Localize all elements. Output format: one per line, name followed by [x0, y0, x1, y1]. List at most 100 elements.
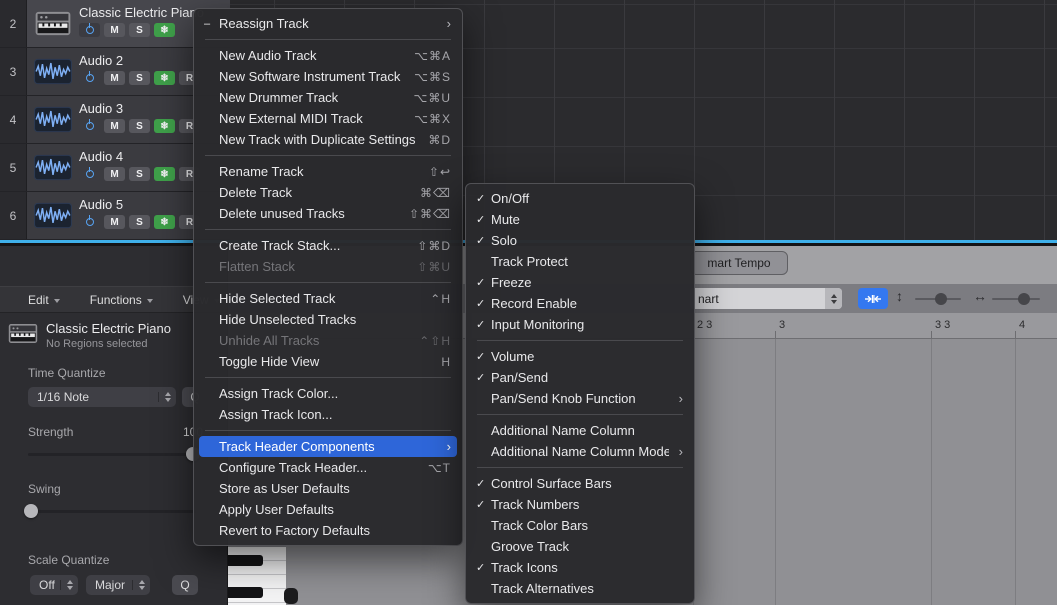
freeze-button[interactable]: ❄ [154, 167, 175, 181]
menu-item-solo[interactable]: ✓Solo [471, 230, 689, 251]
menu-item-toggle-hide-view[interactable]: Toggle Hide ViewH [199, 351, 457, 372]
power-icon [86, 74, 94, 82]
swing-slider[interactable] [28, 510, 196, 513]
menu-item-assign-track-color[interactable]: Assign Track Color... [199, 383, 457, 404]
power-button[interactable] [79, 215, 100, 229]
scale-quantize-q-button[interactable]: Q [172, 575, 198, 595]
menu-item-control-surface-bars[interactable]: ✓Control Surface Bars [471, 473, 689, 494]
menu-item-create-track-stack[interactable]: Create Track Stack...⇧⌘D [199, 235, 457, 256]
menu-item-track-alternatives[interactable]: Track Alternatives [471, 578, 689, 599]
menu-item-label: Flatten Stack [219, 259, 405, 274]
menu-shortcut: ⌥⌘X [414, 112, 451, 126]
menu-item-on-off[interactable]: ✓On/Off [471, 188, 689, 209]
tempo-mode-popup[interactable]: nart [690, 288, 842, 309]
power-icon [86, 122, 94, 130]
menu-item-pan-send[interactable]: ✓Pan/Send [471, 367, 689, 388]
track-number: 6 [0, 192, 27, 239]
menu-item-new-software-instrument-track[interactable]: New Software Instrument Track⌥⌘S [199, 66, 457, 87]
piano-keys[interactable] [228, 546, 286, 605]
mute-button[interactable]: M [104, 23, 125, 37]
menu-item-new-audio-track[interactable]: New Audio Track⌥⌘A [199, 45, 457, 66]
menu-item-unhide-all-tracks[interactable]: Unhide All Tracks⌃⇧H [199, 330, 457, 351]
menu-item-configure-track-header[interactable]: Configure Track Header...⌥T [199, 457, 457, 478]
menu-item-track-icons[interactable]: ✓Track Icons [471, 557, 689, 578]
menu-item-label: Additional Name Column [491, 423, 683, 438]
menu-item-reassign-track[interactable]: –Reassign Track› [199, 13, 457, 34]
menu-item-hide-unselected-tracks[interactable]: Hide Unselected Tracks [199, 309, 457, 330]
mute-button[interactable]: M [104, 119, 125, 133]
functions-menu[interactable]: Functions [90, 293, 153, 307]
menu-item-delete-unused-tracks[interactable]: Delete unused Tracks⇧⌘⌫ [199, 203, 457, 224]
solo-button[interactable]: S [129, 23, 150, 37]
power-button[interactable] [79, 23, 100, 37]
vertical-zoom-knob[interactable] [935, 293, 947, 305]
swing-slider-knob[interactable] [24, 504, 38, 518]
menu-item-delete-track[interactable]: Delete Track⌘⌫ [199, 182, 457, 203]
menu-shortcut: H [441, 355, 451, 369]
ruler-beat-label: 3 [779, 319, 785, 331]
menu-separator [205, 282, 451, 283]
checkmark-icon: ✓ [476, 350, 491, 363]
scale-root-dropdown[interactable]: Off [30, 575, 78, 595]
menu-item-apply-user-defaults[interactable]: Apply User Defaults [199, 499, 457, 520]
horizontal-zoom-slider[interactable] [992, 298, 1040, 300]
menu-item-label: Create Track Stack... [219, 238, 405, 253]
strength-slider[interactable] [28, 453, 196, 456]
freeze-button[interactable]: ❄ [154, 119, 175, 133]
menu-item-track-color-bars[interactable]: Track Color Bars [471, 515, 689, 536]
menu-item-label: Reassign Track [219, 16, 437, 31]
submenu-chevron-icon: › [447, 16, 451, 31]
power-button[interactable] [79, 119, 100, 133]
freeze-button[interactable]: ❄ [154, 215, 175, 229]
menu-item-flatten-stack[interactable]: Flatten Stack⇧⌘U [199, 256, 457, 277]
mute-button[interactable]: M [104, 71, 125, 85]
menu-item-record-enable[interactable]: ✓Record Enable [471, 293, 689, 314]
menu-item-revert-to-factory-defaults[interactable]: Revert to Factory Defaults [199, 520, 457, 541]
power-button[interactable] [79, 167, 100, 181]
time-quantize-value: 1/16 Note [37, 390, 89, 404]
menu-item-assign-track-icon[interactable]: Assign Track Icon... [199, 404, 457, 425]
black-key[interactable] [228, 555, 263, 566]
menu-item-hide-selected-track[interactable]: Hide Selected Track⌃H [199, 288, 457, 309]
time-quantize-dropdown[interactable]: 1/16 Note [28, 387, 176, 407]
scale-type-dropdown[interactable]: Major [86, 575, 150, 595]
menu-item-freeze[interactable]: ✓Freeze [471, 272, 689, 293]
power-button[interactable] [79, 71, 100, 85]
menu-item-pan-send-knob-function[interactable]: Pan/Send Knob Function› [471, 388, 689, 409]
menu-item-rename-track[interactable]: Rename Track⇧↩ [199, 161, 457, 182]
scale-type-value: Major [95, 578, 125, 592]
smart-tempo-button[interactable]: mart Tempo [690, 251, 788, 275]
menu-item-groove-track[interactable]: Groove Track [471, 536, 689, 557]
menu-item-input-monitoring[interactable]: ✓Input Monitoring [471, 314, 689, 335]
scrollbar-thumb[interactable] [284, 588, 298, 604]
edit-menu[interactable]: Edit [28, 293, 60, 307]
menu-item-track-protect[interactable]: Track Protect [471, 251, 689, 272]
menu-item-new-track-with-duplicate-settings[interactable]: New Track with Duplicate Settings⌘D [199, 129, 457, 150]
freeze-button[interactable]: ❄ [154, 23, 175, 37]
menu-item-new-external-midi-track[interactable]: New External MIDI Track⌥⌘X [199, 108, 457, 129]
menu-item-volume[interactable]: ✓Volume [471, 346, 689, 367]
menu-item-mute[interactable]: ✓Mute [471, 209, 689, 230]
freeze-button[interactable]: ❄ [154, 71, 175, 85]
menu-item-label: Track Header Components [219, 439, 437, 454]
mute-button[interactable]: M [104, 215, 125, 229]
menu-item-track-numbers[interactable]: ✓Track Numbers [471, 494, 689, 515]
menu-item-new-drummer-track[interactable]: New Drummer Track⌥⌘U [199, 87, 457, 108]
horizontal-zoom-knob[interactable] [1018, 293, 1030, 305]
solo-button[interactable]: S [129, 167, 150, 181]
solo-button[interactable]: S [129, 119, 150, 133]
solo-button[interactable]: S [129, 71, 150, 85]
ruler-tick [775, 331, 776, 338]
menu-item-store-as-user-defaults[interactable]: Store as User Defaults [199, 478, 457, 499]
menu-item-additional-name-column[interactable]: Additional Name Column [471, 420, 689, 441]
mute-button[interactable]: M [104, 167, 125, 181]
ruler-tick [1015, 331, 1016, 338]
checkmark-icon: ✓ [476, 276, 491, 289]
menu-item-additional-name-column-mode[interactable]: Additional Name Column Mode› [471, 441, 689, 462]
solo-button[interactable]: S [129, 215, 150, 229]
catch-range-button[interactable] [858, 288, 888, 309]
menu-item-track-header-components[interactable]: Track Header Components› [199, 436, 457, 457]
vertical-zoom-slider[interactable] [915, 298, 961, 300]
scale-quantize-label: Scale Quantize [0, 553, 227, 567]
black-key[interactable] [228, 587, 263, 598]
